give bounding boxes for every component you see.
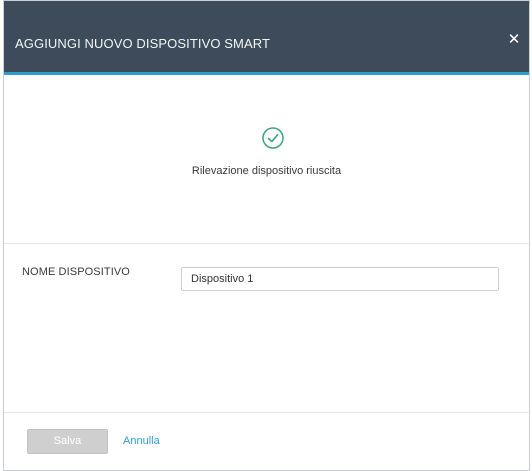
check-circle-icon [262, 127, 284, 149]
save-button[interactable]: Salva [27, 429, 108, 454]
device-name-input[interactable] [181, 267, 499, 291]
divider [4, 243, 529, 244]
footer-divider [4, 412, 529, 413]
dialog-header: AGGIUNGI NUOVO DISPOSITIVO SMART ✕ [4, 1, 529, 72]
add-device-dialog: AGGIUNGI NUOVO DISPOSITIVO SMART ✕ Rilev… [3, 0, 530, 471]
device-name-label: NOME DISPOSITIVO [22, 266, 130, 278]
dialog-title: AGGIUNGI NUOVO DISPOSITIVO SMART [15, 36, 271, 51]
cancel-link[interactable]: Annulla [123, 435, 160, 447]
detection-status: Rilevazione dispositivo riuscita [4, 75, 529, 243]
close-icon[interactable]: ✕ [507, 32, 521, 47]
status-message: Rilevazione dispositivo riuscita [191, 165, 342, 177]
